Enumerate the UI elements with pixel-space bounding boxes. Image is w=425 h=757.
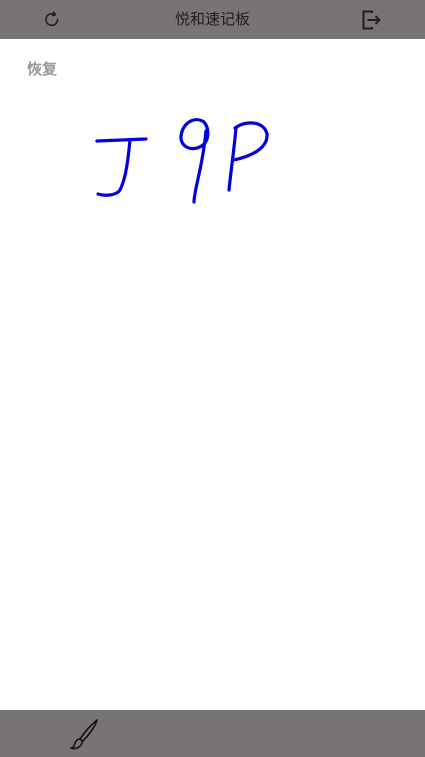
exit-button[interactable] <box>357 6 385 34</box>
brush-icon <box>70 719 98 750</box>
exit-icon <box>362 10 381 30</box>
bottom-toolbar <box>0 710 425 757</box>
brush-tool-button[interactable] <box>66 715 104 753</box>
handwriting-strokes <box>95 118 269 204</box>
restore-button[interactable]: 恢复 <box>27 58 57 79</box>
drawing-canvas[interactable] <box>0 39 425 710</box>
app-window: 悦和速记板 恢复 <box>0 0 425 757</box>
top-bar: 悦和速记板 <box>0 0 425 39</box>
